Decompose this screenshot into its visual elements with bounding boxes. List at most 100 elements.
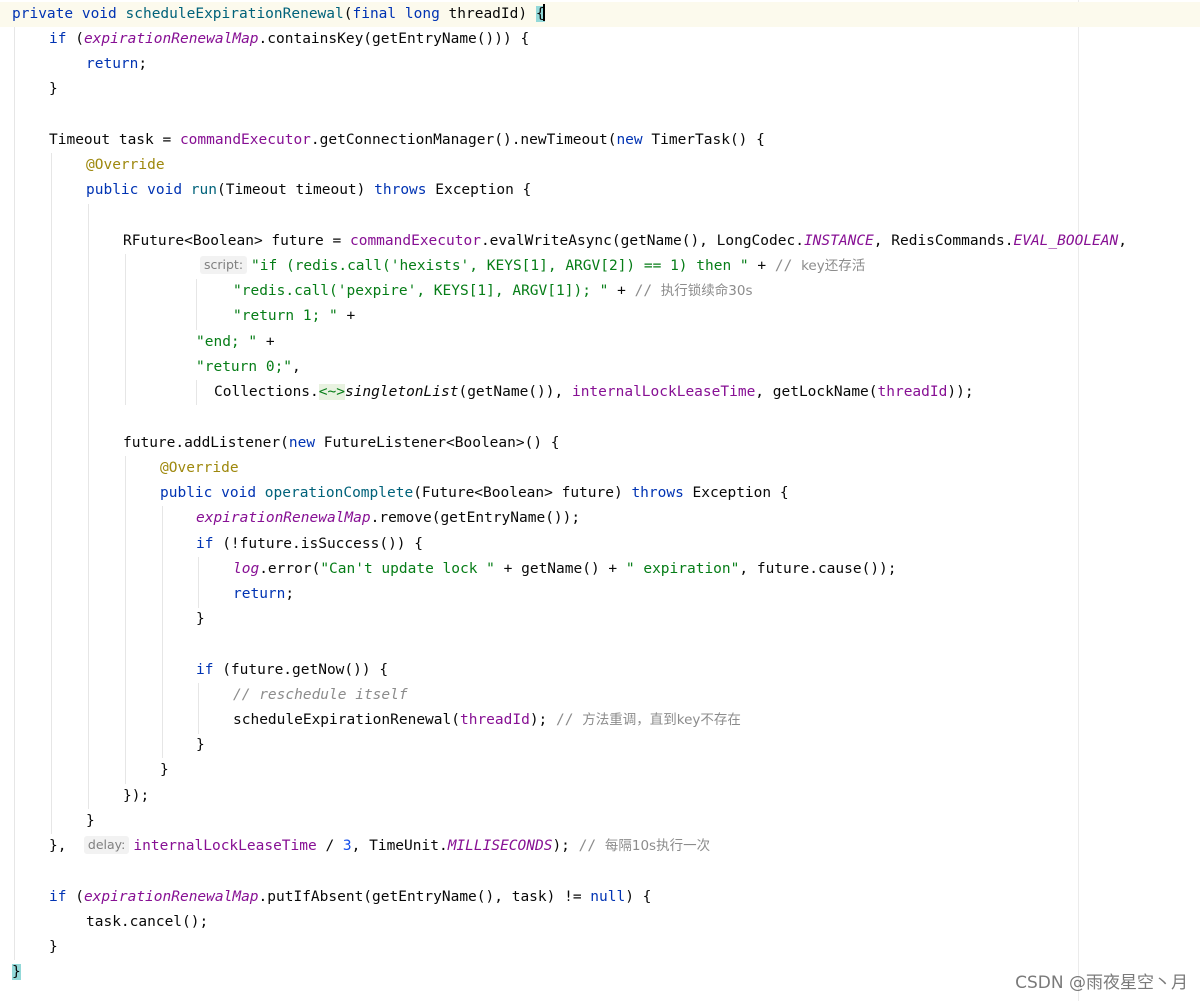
code-token: } xyxy=(160,762,169,778)
code-token: ) { xyxy=(625,889,652,905)
code-token: , xyxy=(1118,233,1127,249)
code-token: }, xyxy=(49,838,84,854)
code-line[interactable]: } xyxy=(12,960,21,985)
code-line[interactable]: } xyxy=(196,607,205,632)
code-token: } xyxy=(196,737,205,753)
code-line[interactable]: return; xyxy=(86,52,147,77)
parameter-hint: delay: xyxy=(83,836,130,854)
indent-guide xyxy=(125,456,126,784)
code-line[interactable]: scheduleExpirationRenewal(threadId); // … xyxy=(233,708,741,733)
code-token: singletonList xyxy=(344,384,459,400)
folded-region[interactable]: <~> xyxy=(318,384,345,400)
code-token: + xyxy=(748,258,775,274)
code-line[interactable]: RFuture<Boolean> future = commandExecuto… xyxy=(123,229,1127,254)
keyword: throws xyxy=(374,182,427,198)
code-line[interactable]: future.addListener(new FutureListener<Bo… xyxy=(123,431,560,456)
code-token: Exception { xyxy=(426,182,532,198)
code-token: .error( xyxy=(259,561,321,577)
code-token: threadId xyxy=(877,384,948,400)
code-token: } xyxy=(49,939,58,955)
code-token: run xyxy=(190,182,217,198)
code-line[interactable]: }, delay: internalLockLeaseTime / 3, Time… xyxy=(49,834,710,859)
keyword: return xyxy=(233,586,286,602)
code-token: .evalWriteAsync(getName(), LongCodec. xyxy=(480,233,804,249)
keyword: null xyxy=(590,889,626,905)
code-line[interactable]: public void operationComplete(Future<Boo… xyxy=(160,481,789,506)
keyword: public xyxy=(160,485,213,501)
code-token: 3 xyxy=(342,838,352,854)
code-comment: // xyxy=(634,283,661,299)
code-token: (!future.isSuccess()) { xyxy=(213,536,423,552)
csdn-watermark: CSDN @雨夜星空丶月 xyxy=(1015,973,1188,993)
code-line[interactable]: task.cancel(); xyxy=(86,910,208,935)
code-comment: 方法重调，直到key不存在 xyxy=(582,712,741,728)
code-token: Collections. xyxy=(214,384,319,400)
code-token: + xyxy=(608,283,635,299)
code-token: + getName() + xyxy=(494,561,626,577)
code-line[interactable]: "return 0;", xyxy=(196,355,301,380)
code-line[interactable]: if (expirationRenewalMap.containsKey(get… xyxy=(49,27,529,52)
code-line[interactable]: script: "if (redis.call('hexists', KEYS[1… xyxy=(200,254,865,279)
code-token: threadId) xyxy=(439,6,536,22)
code-token: , xyxy=(292,359,301,375)
keyword: new xyxy=(288,435,316,451)
code-comment: key还存活 xyxy=(801,258,866,274)
code-line[interactable]: }); xyxy=(123,784,149,809)
code-line[interactable]: } xyxy=(49,935,58,960)
code-line[interactable]: if (expirationRenewalMap.putIfAbsent(get… xyxy=(49,885,651,910)
code-token: .remove(getEntryName()); xyxy=(370,510,581,526)
code-token: } xyxy=(49,81,58,97)
string-literal: "return 0;" xyxy=(196,359,293,375)
code-line[interactable]: @Override xyxy=(160,456,239,481)
code-token: (getName()), xyxy=(458,384,572,400)
code-token: , TimeUnit. xyxy=(351,838,448,854)
code-line[interactable]: Collections.<~>singletonList(getName()),… xyxy=(214,380,974,405)
code-line[interactable]: } xyxy=(49,77,58,102)
code-token: INSTANCE xyxy=(803,233,874,249)
keyword: if xyxy=(196,536,214,552)
indent-guide xyxy=(125,254,126,405)
code-line[interactable]: log.error("Can't update lock " + getName… xyxy=(233,557,897,582)
keyword: long xyxy=(404,6,440,22)
code-line[interactable]: } xyxy=(196,733,205,758)
code-token: , getLockName( xyxy=(755,384,878,400)
code-line[interactable]: // reschedule itself xyxy=(233,683,408,708)
keyword: if xyxy=(196,662,214,678)
code-token: commandExecutor xyxy=(349,233,481,249)
code-token: ; xyxy=(285,586,295,602)
string-literal: " expiration" xyxy=(625,561,740,577)
indent-guide xyxy=(162,506,163,758)
keyword: void xyxy=(221,485,257,501)
code-line[interactable]: public void run(Timeout timeout) throws … xyxy=(86,178,531,203)
code-line[interactable]: "redis.call('pexpire', KEYS[1], ARGV[1])… xyxy=(233,279,753,304)
code-line[interactable]: expirationRenewalMap.remove(getEntryName… xyxy=(196,506,580,531)
code-line[interactable]: @Override xyxy=(86,153,165,178)
code-line[interactable]: return; xyxy=(233,582,294,607)
code-line[interactable]: if (!future.isSuccess()) { xyxy=(196,532,423,557)
code-editor[interactable]: private void scheduleExpirationRenewal(f… xyxy=(0,0,1200,1001)
code-token: ; xyxy=(138,56,148,72)
code-token: TimerTask() { xyxy=(642,132,765,148)
parameter-hint: script: xyxy=(200,256,248,274)
code-token: @Override xyxy=(160,460,239,476)
keyword: void xyxy=(81,6,117,22)
keyword: private xyxy=(12,6,74,22)
code-line[interactable]: "end; " + xyxy=(196,330,275,355)
code-token: .getConnectionManager().newTimeout( xyxy=(310,132,617,148)
code-line[interactable]: Timeout task = commandExecutor.getConnec… xyxy=(49,128,765,153)
code-token: } xyxy=(196,611,205,627)
code-token: Exception { xyxy=(683,485,789,501)
code-token: ( xyxy=(66,889,84,905)
code-token: )); xyxy=(947,384,974,400)
code-line[interactable]: "return 1; " + xyxy=(233,304,355,329)
code-line-current[interactable]: private void scheduleExpirationRenewal(f… xyxy=(0,2,1200,27)
code-line[interactable]: if (future.getNow()) { xyxy=(196,658,388,683)
code-line[interactable]: } xyxy=(86,809,95,834)
keyword: throws xyxy=(631,485,684,501)
code-comment: 每隔10s执行一次 xyxy=(604,838,711,854)
code-line[interactable]: } xyxy=(160,758,169,783)
code-token: }); xyxy=(123,788,150,804)
code-token: commandExecutor xyxy=(179,132,311,148)
